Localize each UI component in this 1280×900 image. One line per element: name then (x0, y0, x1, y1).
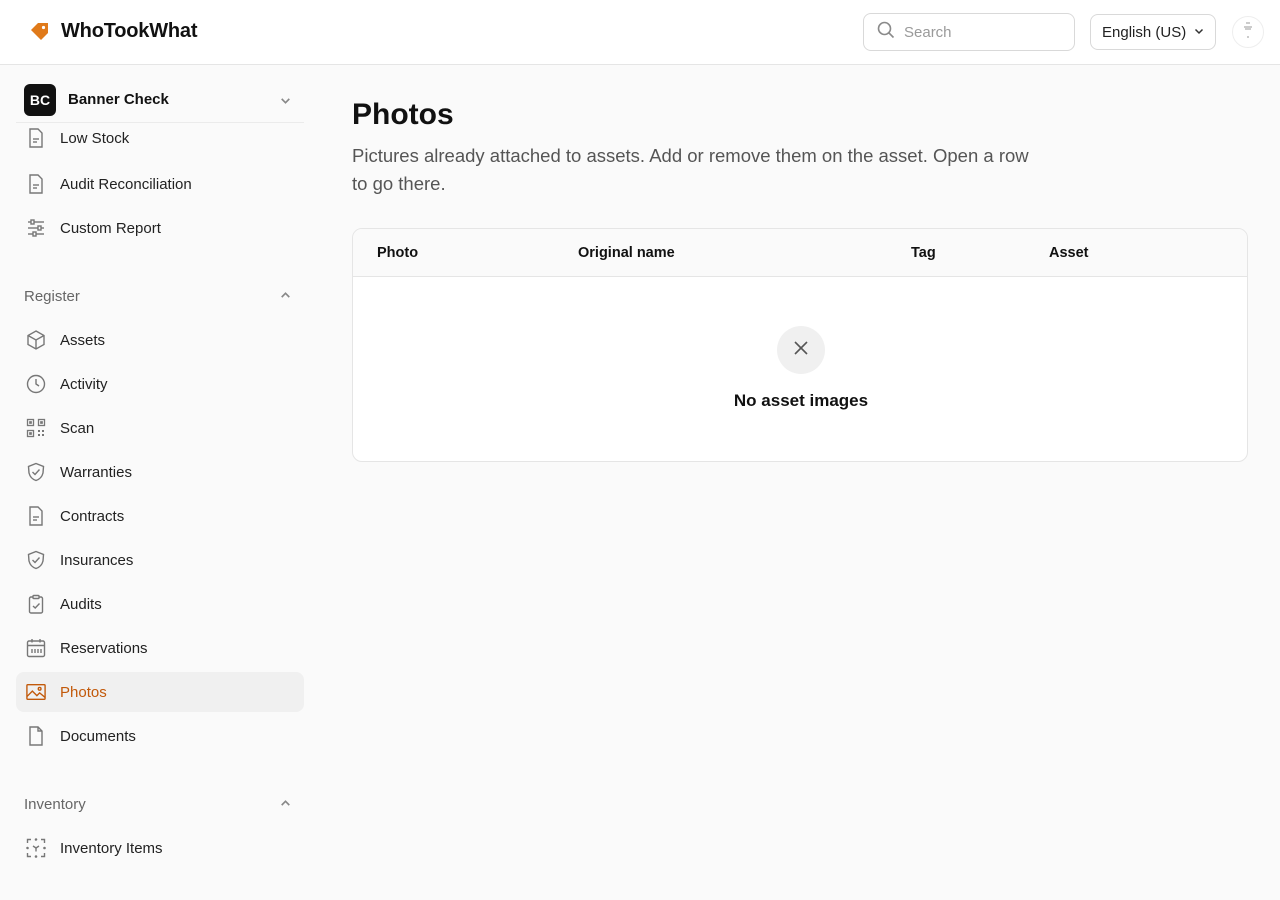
section-title: Inventory (24, 795, 86, 813)
shield-check-icon (26, 550, 46, 570)
sidebar-item-low-stock[interactable]: Low Stock (16, 118, 304, 158)
sidebar-item-label: Contracts (60, 507, 125, 525)
sidebar-item-label: Activity (60, 375, 108, 393)
document-icon (26, 128, 46, 148)
sidebar-item-insurances[interactable]: Insurances (16, 540, 304, 580)
column-header-tag[interactable]: Tag (911, 245, 936, 261)
sidebar-item-audits[interactable]: Audits (16, 584, 304, 624)
sidebar: BC Banner Check Low Stock Audit Reconcil… (0, 65, 320, 900)
sidebar-item-documents[interactable]: Documents (16, 716, 304, 756)
sidebar-item-warranties[interactable]: Warranties (16, 452, 304, 492)
sidebar-item-label: Photos (60, 683, 107, 701)
chevron-up-icon (279, 797, 292, 814)
section-register-toggle[interactable]: Register (24, 285, 304, 307)
table-header: Photo Original name Tag Asset (353, 229, 1247, 277)
empty-state-badge (777, 326, 825, 374)
sidebar-item-label: Audit Reconciliation (60, 175, 192, 193)
scan-box-icon (26, 838, 46, 858)
tag-logo-icon (29, 21, 51, 43)
column-header-original-name[interactable]: Original name (578, 245, 675, 261)
sidebar-item-activity[interactable]: Activity (16, 364, 304, 404)
shield-check-icon (26, 462, 46, 482)
qr-code-icon (26, 418, 46, 438)
sidebar-item-label: Reservations (60, 639, 148, 657)
sidebar-item-reservations[interactable]: Reservations (16, 628, 304, 668)
org-name: Banner Check (68, 91, 169, 108)
search-box[interactable] (863, 13, 1075, 51)
close-icon (793, 340, 809, 361)
search-input[interactable] (904, 23, 1054, 41)
image-icon (26, 682, 46, 702)
clipboard-check-icon (26, 594, 46, 614)
sidebar-item-label: Scan (60, 419, 95, 437)
sliders-icon (26, 218, 46, 238)
chevron-up-icon (279, 289, 292, 306)
sidebar-item-label: Warranties (60, 463, 132, 481)
sidebar-item-label: Audits (60, 595, 102, 613)
avatar-icon (1240, 20, 1256, 45)
sidebar-item-label: Insurances (60, 551, 134, 569)
box-icon (26, 330, 46, 350)
column-header-photo[interactable]: Photo (377, 245, 418, 261)
sidebar-item-photos[interactable]: Photos (16, 672, 304, 712)
sidebar-item-scan[interactable]: Scan (16, 408, 304, 448)
section-title: Register (24, 287, 80, 305)
page-subtitle: Pictures already attached to assets. Add… (352, 145, 1029, 194)
org-badge: BC (24, 83, 56, 116)
page-title: Photos (352, 98, 454, 131)
brand[interactable]: WhoTookWhat (29, 20, 197, 43)
clock-icon (26, 374, 46, 394)
user-avatar-button[interactable] (1232, 16, 1264, 48)
top-bar: WhoTookWhat English (US) (0, 0, 1280, 65)
empty-state: No asset images (353, 326, 1247, 411)
sidebar-item-label: Documents (60, 727, 136, 745)
document-icon (26, 174, 46, 194)
chevron-down-icon (1193, 24, 1205, 41)
sidebar-item-contracts[interactable]: Contracts (16, 496, 304, 536)
column-header-asset[interactable]: Asset (1049, 245, 1089, 261)
sidebar-item-inventory-items[interactable]: Inventory Items (16, 828, 304, 868)
section-inventory-toggle[interactable]: Inventory (24, 793, 304, 815)
sidebar-item-assets[interactable]: Assets (16, 320, 304, 360)
calendar-icon (26, 638, 46, 658)
org-switcher[interactable]: BC Banner Check (16, 77, 304, 123)
empty-state-message: No asset images (733, 391, 869, 410)
search-icon (877, 21, 895, 44)
sidebar-item-label: Inventory Items (60, 839, 163, 857)
language-value: English (US) (1102, 23, 1187, 41)
sidebar-item-label: Low Stock (60, 129, 130, 147)
document-icon (26, 506, 46, 526)
chevron-down-icon (279, 94, 292, 112)
sidebar-item-custom-report[interactable]: Custom Report (16, 208, 304, 248)
language-select[interactable]: English (US) (1090, 14, 1216, 50)
app-name: WhoTookWhat (61, 20, 198, 42)
sidebar-item-label: Custom Report (60, 219, 161, 237)
sidebar-item-label: Assets (60, 331, 106, 349)
photos-table: Photo Original name Tag Asset No asset i… (352, 228, 1248, 462)
file-icon (26, 726, 46, 746)
sidebar-item-audit-reconciliation[interactable]: Audit Reconciliation (16, 164, 304, 204)
